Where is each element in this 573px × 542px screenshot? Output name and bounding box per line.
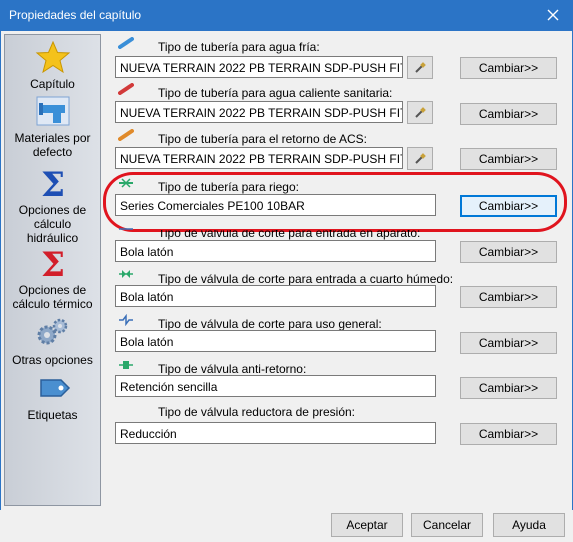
pick-button[interactable] [407, 147, 433, 170]
valve-general-field[interactable]: Bola latón [115, 330, 436, 352]
valve-room-icon [119, 270, 133, 278]
tag-icon [39, 379, 70, 397]
sidebar-item-calculo-hidraulico[interactable]: Σ Opciones de cálculo hidráulico [5, 167, 100, 245]
pipe-hot-water-field[interactable]: NUEVA TERRAIN 2022 PB TERRAIN SDP-PUSH F… [115, 101, 403, 123]
pipe-acs-return-field[interactable]: NUEVA TERRAIN 2022 PB TERRAIN SDP-PUSH F… [115, 147, 403, 169]
star-icon [35, 41, 70, 73]
pipe-fitting-icon [36, 96, 69, 126]
sidebar-item-capitulo[interactable]: Capítulo [5, 41, 100, 91]
valve-icon [119, 228, 133, 230]
change-button[interactable]: Cambiar>> [460, 241, 557, 263]
gears-icon [37, 318, 67, 345]
sidebar-item-materiales[interactable]: Materiales por defecto [5, 95, 100, 159]
pipe-cold-water-field[interactable]: NUEVA TERRAIN 2022 PB TERRAIN SDP-PUSH F… [115, 56, 403, 78]
change-button[interactable]: Cambiar>> [460, 332, 557, 354]
row-label: Tipo de tubería para agua fría: [158, 40, 320, 54]
eyedropper-icon [415, 106, 426, 118]
row-label: Tipo de válvula de corte para entrada a … [158, 272, 454, 286]
valve-appliance-field[interactable]: Bola latón [115, 240, 436, 262]
cancel-button[interactable]: Cancelar [411, 513, 483, 537]
sidebar-item-label: Materiales por defecto [14, 131, 91, 159]
sidebar-item-label: Opciones de cálculo térmico [12, 283, 93, 311]
blue-pipe-icon [118, 37, 134, 49]
red-pipe-icon [118, 83, 134, 95]
button-bar [0, 510, 573, 542]
sidebar-item-otras-opciones[interactable]: Otras opciones [5, 317, 100, 367]
pressure-reducer-field[interactable]: Reducción [115, 422, 436, 444]
sidebar-item-label: Capítulo [30, 77, 75, 91]
orange-pipe-icon [118, 129, 134, 141]
sigma-red-icon: Σ [40, 247, 64, 279]
sidebar: Capítulo Materiales por defecto Σ Opcion… [4, 34, 101, 506]
row-label: Tipo de válvula de corte para uso genera… [158, 317, 382, 331]
sigma-blue-icon: Σ [40, 167, 64, 199]
row-label: Tipo de tubería para el retorno de ACS: [158, 132, 368, 146]
change-button[interactable]: Cambiar>> [460, 377, 557, 399]
pick-button[interactable] [407, 56, 433, 79]
sidebar-item-label: Etiquetas [27, 408, 78, 422]
change-button[interactable]: Cambiar>> [460, 286, 557, 308]
pick-button[interactable] [407, 101, 433, 124]
change-button[interactable]: Cambiar>> [460, 148, 557, 170]
svg-text:Σ: Σ [40, 247, 64, 279]
valve-wet-room-field[interactable]: Bola latón [115, 285, 436, 307]
sidebar-item-calculo-termico[interactable]: Σ Opciones de cálculo térmico [5, 247, 100, 311]
accept-button[interactable]: Aceptar [331, 513, 403, 537]
help-button[interactable]: Ayuda [493, 513, 565, 537]
svg-text:Σ: Σ [40, 167, 64, 199]
eyedropper-icon [415, 61, 426, 73]
row-label: Tipo de válvula reductora de presión: [158, 405, 356, 419]
valve-general-icon [119, 314, 133, 326]
highlight-annotation [103, 172, 567, 232]
eyedropper-icon [415, 152, 426, 164]
sidebar-item-label: Opciones de cálculo hidráulico [18, 203, 87, 245]
check-valve-field[interactable]: Retención sencilla [115, 375, 436, 397]
row-label: Tipo de válvula anti-retorno: [158, 362, 307, 376]
sidebar-item-label: Otras opciones [12, 353, 93, 367]
change-button[interactable]: Cambiar>> [460, 103, 557, 125]
check-valve-icon [119, 361, 133, 369]
row-label: Tipo de tubería para agua caliente sanit… [158, 86, 393, 100]
change-button[interactable]: Cambiar>> [460, 423, 557, 445]
change-button[interactable]: Cambiar>> [460, 57, 557, 79]
sidebar-item-etiquetas[interactable]: Etiquetas [5, 372, 100, 422]
